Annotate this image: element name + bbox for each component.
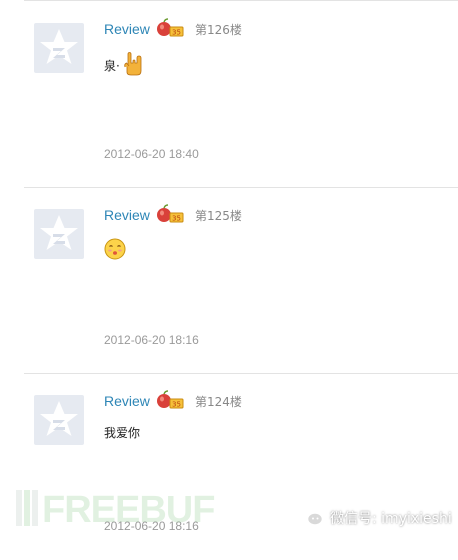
svg-text:35: 35 [172, 215, 181, 223]
post-timestamp: 2012-06-20 18:40 [104, 147, 199, 161]
freebuf-watermark: FREEBUF [16, 490, 215, 530]
username-link[interactable]: Review [104, 207, 150, 223]
apple-level-badge-icon: 35 [156, 390, 184, 410]
avatar[interactable] [34, 209, 84, 259]
post-content: 我爱你 [104, 424, 140, 441]
rock-hand-emoji-icon [122, 52, 146, 79]
post-text: 我爱你 [104, 426, 141, 440]
username-link[interactable]: Review [104, 393, 150, 409]
apple-level-badge-icon: 35 [156, 18, 184, 38]
wechat-watermark: 微信号: imyixieshi [298, 505, 452, 531]
watermark-logo-text: FREEBUF [42, 489, 215, 531]
wechat-icon [298, 505, 324, 531]
floor-number: 第126楼 [195, 23, 242, 37]
svg-text:35: 35 [172, 401, 181, 409]
floor-number: 第124楼 [195, 395, 242, 409]
post-text: 泉· [104, 59, 120, 73]
kiss-face-emoji-icon [104, 238, 126, 263]
top-divider [24, 0, 458, 1]
apple-level-badge-icon: 35 [156, 204, 184, 224]
post-content [104, 238, 126, 263]
reply-post: Review 35 第124楼 我爱你 2012-06-20 18:16 [24, 374, 458, 560]
avatar[interactable] [34, 23, 84, 73]
floor-number: 第125楼 [195, 209, 242, 223]
freebuf-logo-icon [16, 490, 38, 530]
wechat-id-label: 微信号: imyixieshi [330, 511, 452, 527]
post-content: 泉· [104, 52, 146, 79]
reply-post: Review 35 第126楼 泉· 2012-06-20 18:40 [24, 2, 458, 188]
svg-text:35: 35 [172, 29, 181, 37]
avatar[interactable] [34, 395, 84, 445]
post-timestamp: 2012-06-20 18:16 [104, 333, 199, 347]
username-link[interactable]: Review [104, 21, 150, 37]
reply-post: Review 35 第125楼 2012-06-20 18:16 [24, 188, 458, 374]
